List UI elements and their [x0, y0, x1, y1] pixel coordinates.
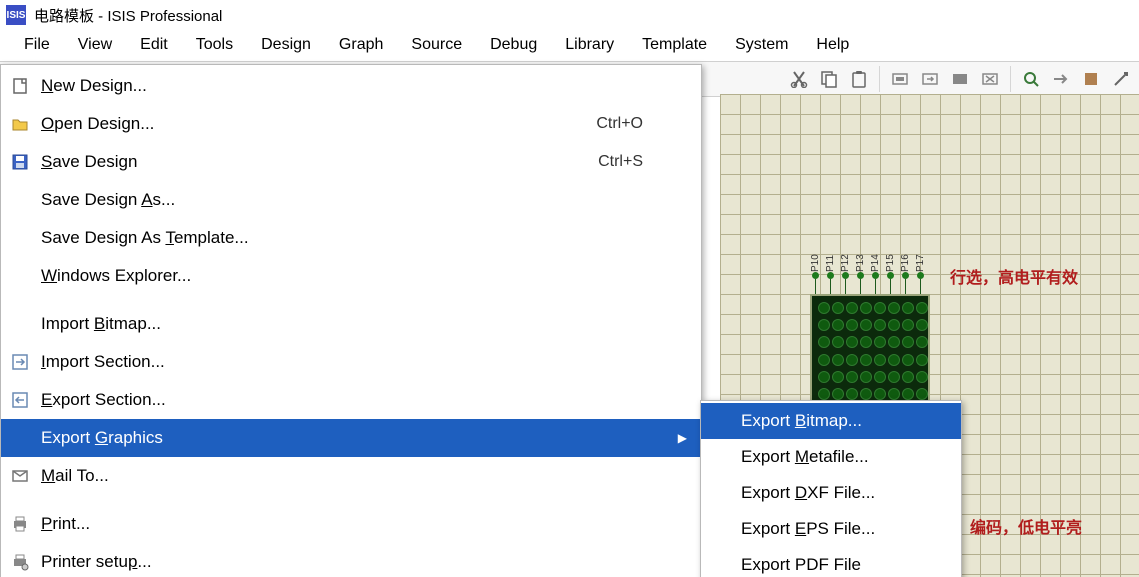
menu-item-label: Export Bitmap... [741, 411, 941, 431]
copy-icon[interactable] [815, 65, 843, 93]
export-section-icon [9, 391, 31, 409]
submenu-item-export-pdf[interactable]: Export PDF File [701, 547, 961, 577]
menu-item-import-section[interactable]: Import Section... [1, 343, 701, 381]
zoom-icon[interactable] [1017, 65, 1045, 93]
menu-view[interactable]: View [64, 32, 126, 58]
cut-icon[interactable] [785, 65, 813, 93]
menu-item-print[interactable]: Print... [1, 505, 701, 543]
title-bar: ISIS 电路模板 - ISIS Professional [0, 0, 1139, 30]
menu-debug[interactable]: Debug [476, 32, 551, 58]
menu-item-label: Import Bitmap... [41, 314, 683, 334]
grid-icon[interactable] [1077, 65, 1105, 93]
menu-item-label: Save Design As... [41, 190, 683, 210]
menu-item-windows-explorer[interactable]: Windows Explorer... [1, 257, 701, 295]
folder-open-icon [9, 115, 31, 133]
menu-item-label: Export Metafile... [741, 447, 941, 467]
menu-item-label: Open Design... [41, 114, 596, 134]
menu-item-export-graphics[interactable]: Export Graphics ▶ [1, 419, 701, 457]
submenu-item-export-dxf[interactable]: Export DXF File... [701, 475, 961, 511]
menu-item-shortcut: Ctrl+S [598, 153, 643, 171]
submenu-arrow-icon: ▶ [678, 431, 687, 445]
menu-item-label: Save Design As Template... [41, 228, 683, 248]
block-rotate-icon[interactable] [946, 65, 974, 93]
save-icon [9, 153, 31, 171]
menu-item-printer-setup[interactable]: Printer setup... [1, 543, 701, 577]
menu-item-export-section[interactable]: Export Section... [1, 381, 701, 419]
menu-system[interactable]: System [721, 32, 802, 58]
menu-graph[interactable]: Graph [325, 32, 397, 58]
new-file-icon [9, 77, 31, 95]
redraw-icon[interactable] [1107, 65, 1135, 93]
menu-bar: File View Edit Tools Design Graph Source… [0, 30, 1139, 61]
print-icon [9, 515, 31, 533]
menu-source[interactable]: Source [397, 32, 476, 58]
annotation-row-select: 行选，高电平有效 [950, 264, 1078, 288]
file-menu-dropdown: New Design... Open Design... Ctrl+O Save… [0, 64, 702, 577]
menu-item-label: Export PDF File [741, 555, 941, 575]
menu-item-mail-to[interactable]: Mail To... [1, 457, 701, 495]
menu-edit[interactable]: Edit [126, 32, 182, 58]
import-section-icon [9, 353, 31, 371]
menu-item-new-design[interactable]: New Design... [1, 67, 701, 105]
toolbar-separator [879, 66, 880, 92]
app-icon: ISIS [6, 5, 26, 25]
menu-item-label: Import Section... [41, 352, 683, 372]
submenu-item-export-metafile[interactable]: Export Metafile... [701, 439, 961, 475]
submenu-item-export-bitmap[interactable]: Export Bitmap... [701, 403, 961, 439]
menu-item-label: Save Design [41, 152, 598, 172]
export-graphics-submenu: Export Bitmap... Export Metafile... Expo… [700, 400, 962, 577]
block-copy-icon[interactable] [886, 65, 914, 93]
menu-item-label: Print... [41, 514, 683, 534]
menu-file[interactable]: File [10, 32, 64, 58]
menu-item-save-design[interactable]: Save Design Ctrl+S [1, 143, 701, 181]
annotation-column-code: 编码，低电平亮 [970, 514, 1082, 538]
menu-item-label: New Design... [41, 76, 683, 96]
paste-icon[interactable] [845, 65, 873, 93]
window-title: 电路模板 - ISIS Professional [34, 5, 222, 26]
menu-item-label: Export EPS File... [741, 519, 941, 539]
menu-template[interactable]: Template [628, 32, 721, 58]
menu-item-label: Export Graphics [41, 428, 683, 448]
block-move-icon[interactable] [916, 65, 944, 93]
menu-library[interactable]: Library [551, 32, 628, 58]
menu-design[interactable]: Design [247, 32, 325, 58]
submenu-item-export-eps[interactable]: Export EPS File... [701, 511, 961, 547]
menu-item-label: Export DXF File... [741, 483, 941, 503]
menu-tools[interactable]: Tools [182, 32, 247, 58]
menu-help[interactable]: Help [802, 32, 863, 58]
led-matrix-component[interactable] [810, 294, 930, 409]
block-delete-icon[interactable] [976, 65, 1004, 93]
mail-icon [9, 467, 31, 485]
menu-item-shortcut: Ctrl+O [596, 115, 643, 133]
menu-item-import-bitmap[interactable]: Import Bitmap... [1, 305, 701, 343]
menu-item-label: Export Section... [41, 390, 683, 410]
menu-item-open-design[interactable]: Open Design... Ctrl+O [1, 105, 701, 143]
menu-item-save-as-template[interactable]: Save Design As Template... [1, 219, 701, 257]
toolbar-separator [1010, 66, 1011, 92]
menu-item-save-design-as[interactable]: Save Design As... [1, 181, 701, 219]
menu-item-label: Windows Explorer... [41, 266, 683, 286]
printer-setup-icon [9, 553, 31, 571]
menu-item-label: Mail To... [41, 466, 683, 486]
menu-item-label: Printer setup... [41, 552, 683, 572]
goto-sheet-icon[interactable] [1047, 65, 1075, 93]
